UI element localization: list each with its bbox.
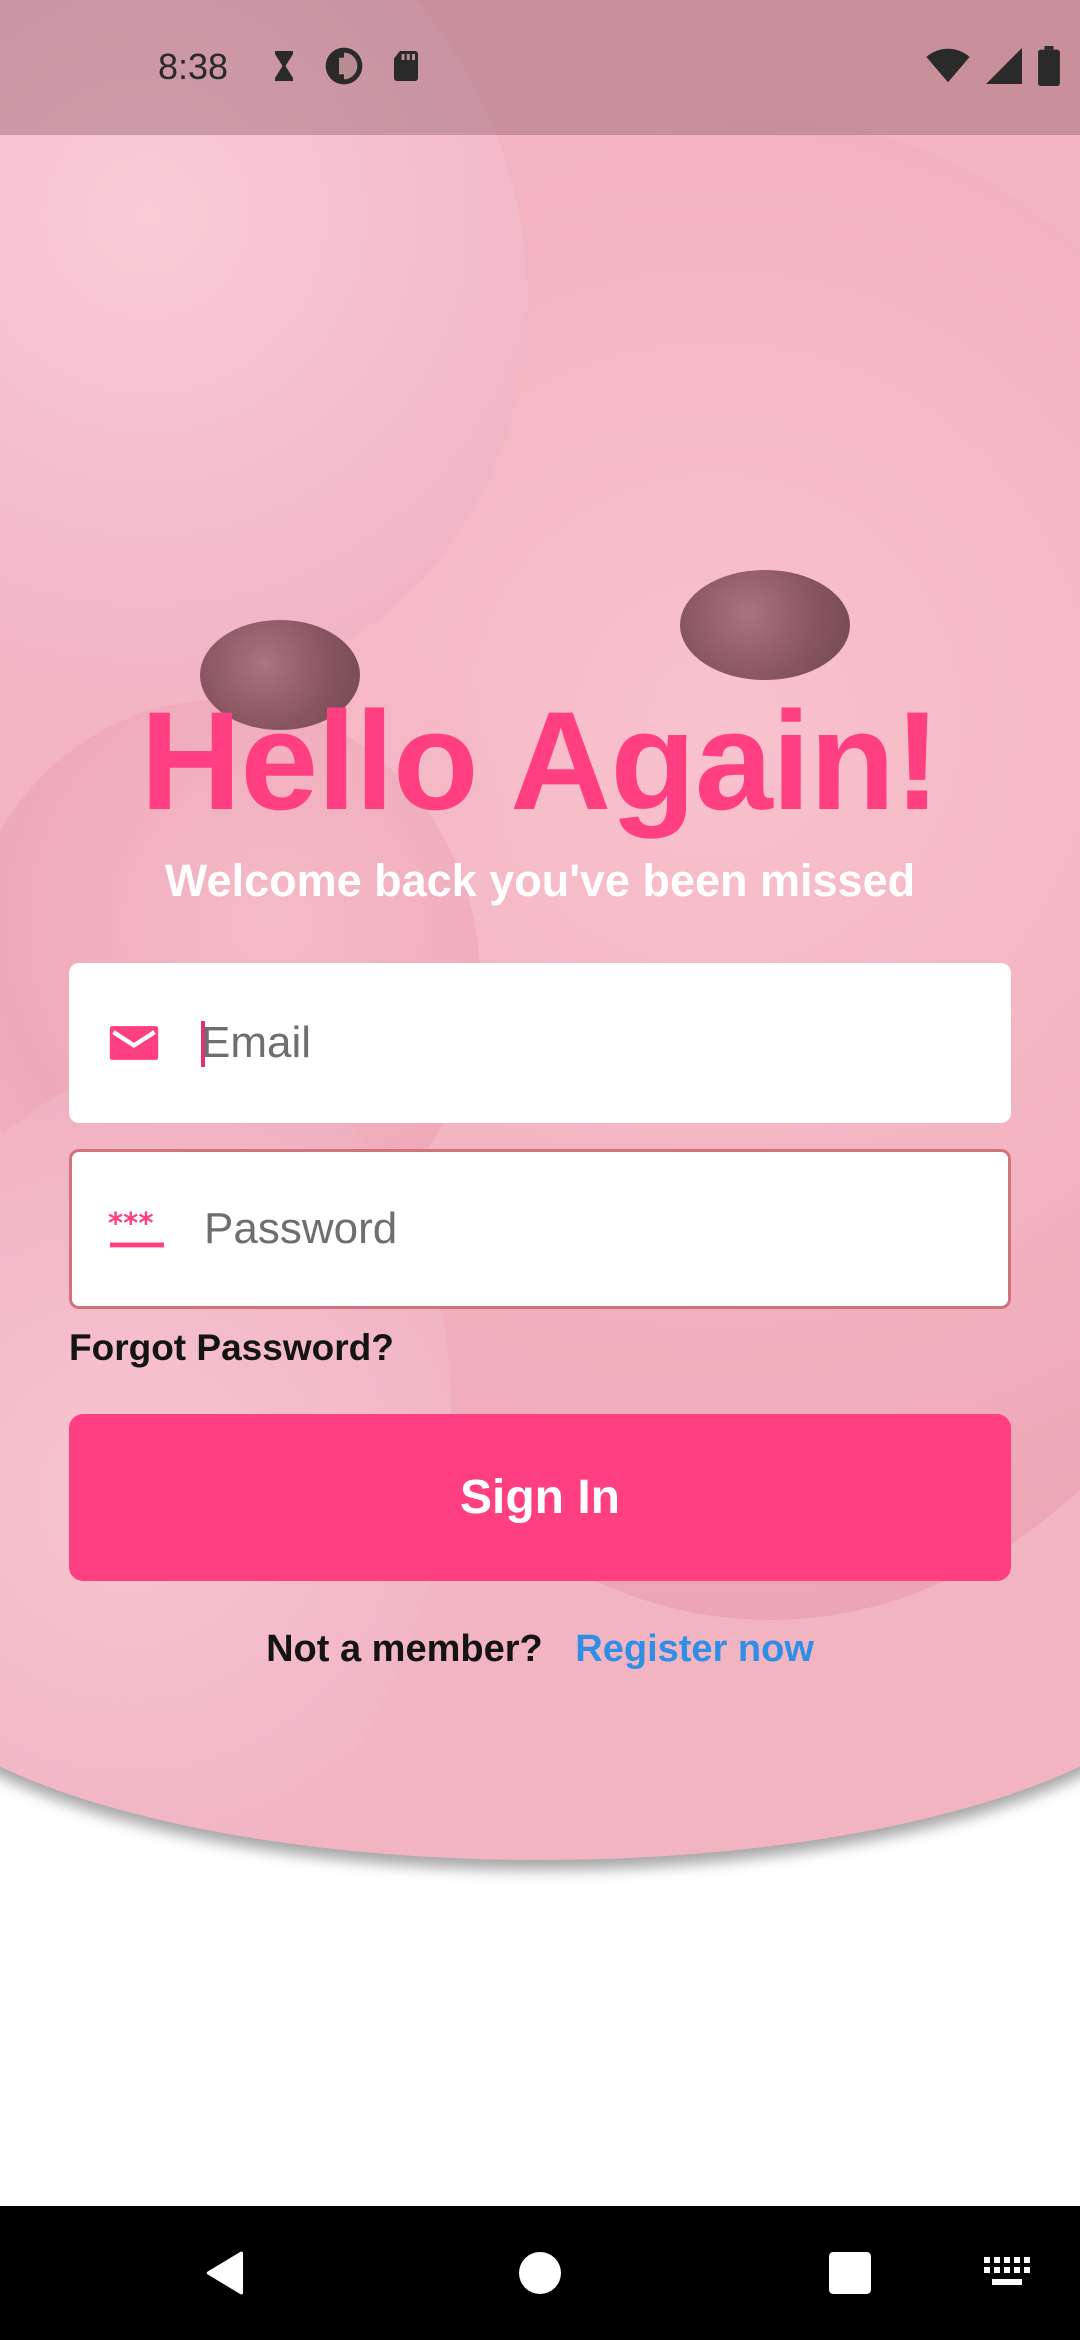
- sign-in-label: Sign In: [460, 1471, 620, 1524]
- data-saver-icon: [325, 47, 363, 85]
- password-placeholder: Password: [204, 1204, 398, 1253]
- status-right-icons: [926, 46, 1060, 86]
- page-title: Hello Again!: [140, 682, 941, 839]
- sd-card-icon: [394, 51, 418, 81]
- not-member-text: Not a member?: [266, 1628, 543, 1670]
- signal-icon: [986, 48, 1022, 84]
- password-field[interactable]: *** Password: [69, 1149, 1011, 1309]
- forgot-password-link[interactable]: Forgot Password?: [69, 1327, 394, 1369]
- mail-icon: [109, 1026, 159, 1060]
- home-icon[interactable]: [519, 2252, 561, 2294]
- navigation-bar: [0, 2206, 1080, 2340]
- wifi-icon: [926, 48, 970, 83]
- hourglass-icon: [275, 51, 293, 81]
- status-bar: 8:38: [0, 0, 1080, 135]
- battery-icon: [1038, 46, 1060, 86]
- page-subtitle: Welcome back you've been missed: [164, 855, 916, 906]
- baby-photo-background: [0, 0, 1080, 1860]
- keyboard-icon[interactable]: [984, 2257, 1030, 2289]
- password-icon: ***: [108, 1206, 165, 1248]
- login-screen: 8:38 Hello Again! Welcome back you've be…: [0, 0, 1080, 2340]
- email-field[interactable]: Email: [69, 963, 1011, 1123]
- register-now-link[interactable]: Register now: [575, 1628, 814, 1670]
- back-icon[interactable]: [204, 2251, 248, 2295]
- status-time: 8:38: [158, 46, 229, 87]
- register-prompt: Not a member? Register now: [0, 1628, 1080, 1671]
- email-placeholder: Email: [201, 1018, 312, 1067]
- recents-icon[interactable]: [829, 2252, 871, 2294]
- sign-in-button[interactable]: Sign In: [69, 1414, 1011, 1581]
- svg-text:***: ***: [108, 1206, 154, 1240]
